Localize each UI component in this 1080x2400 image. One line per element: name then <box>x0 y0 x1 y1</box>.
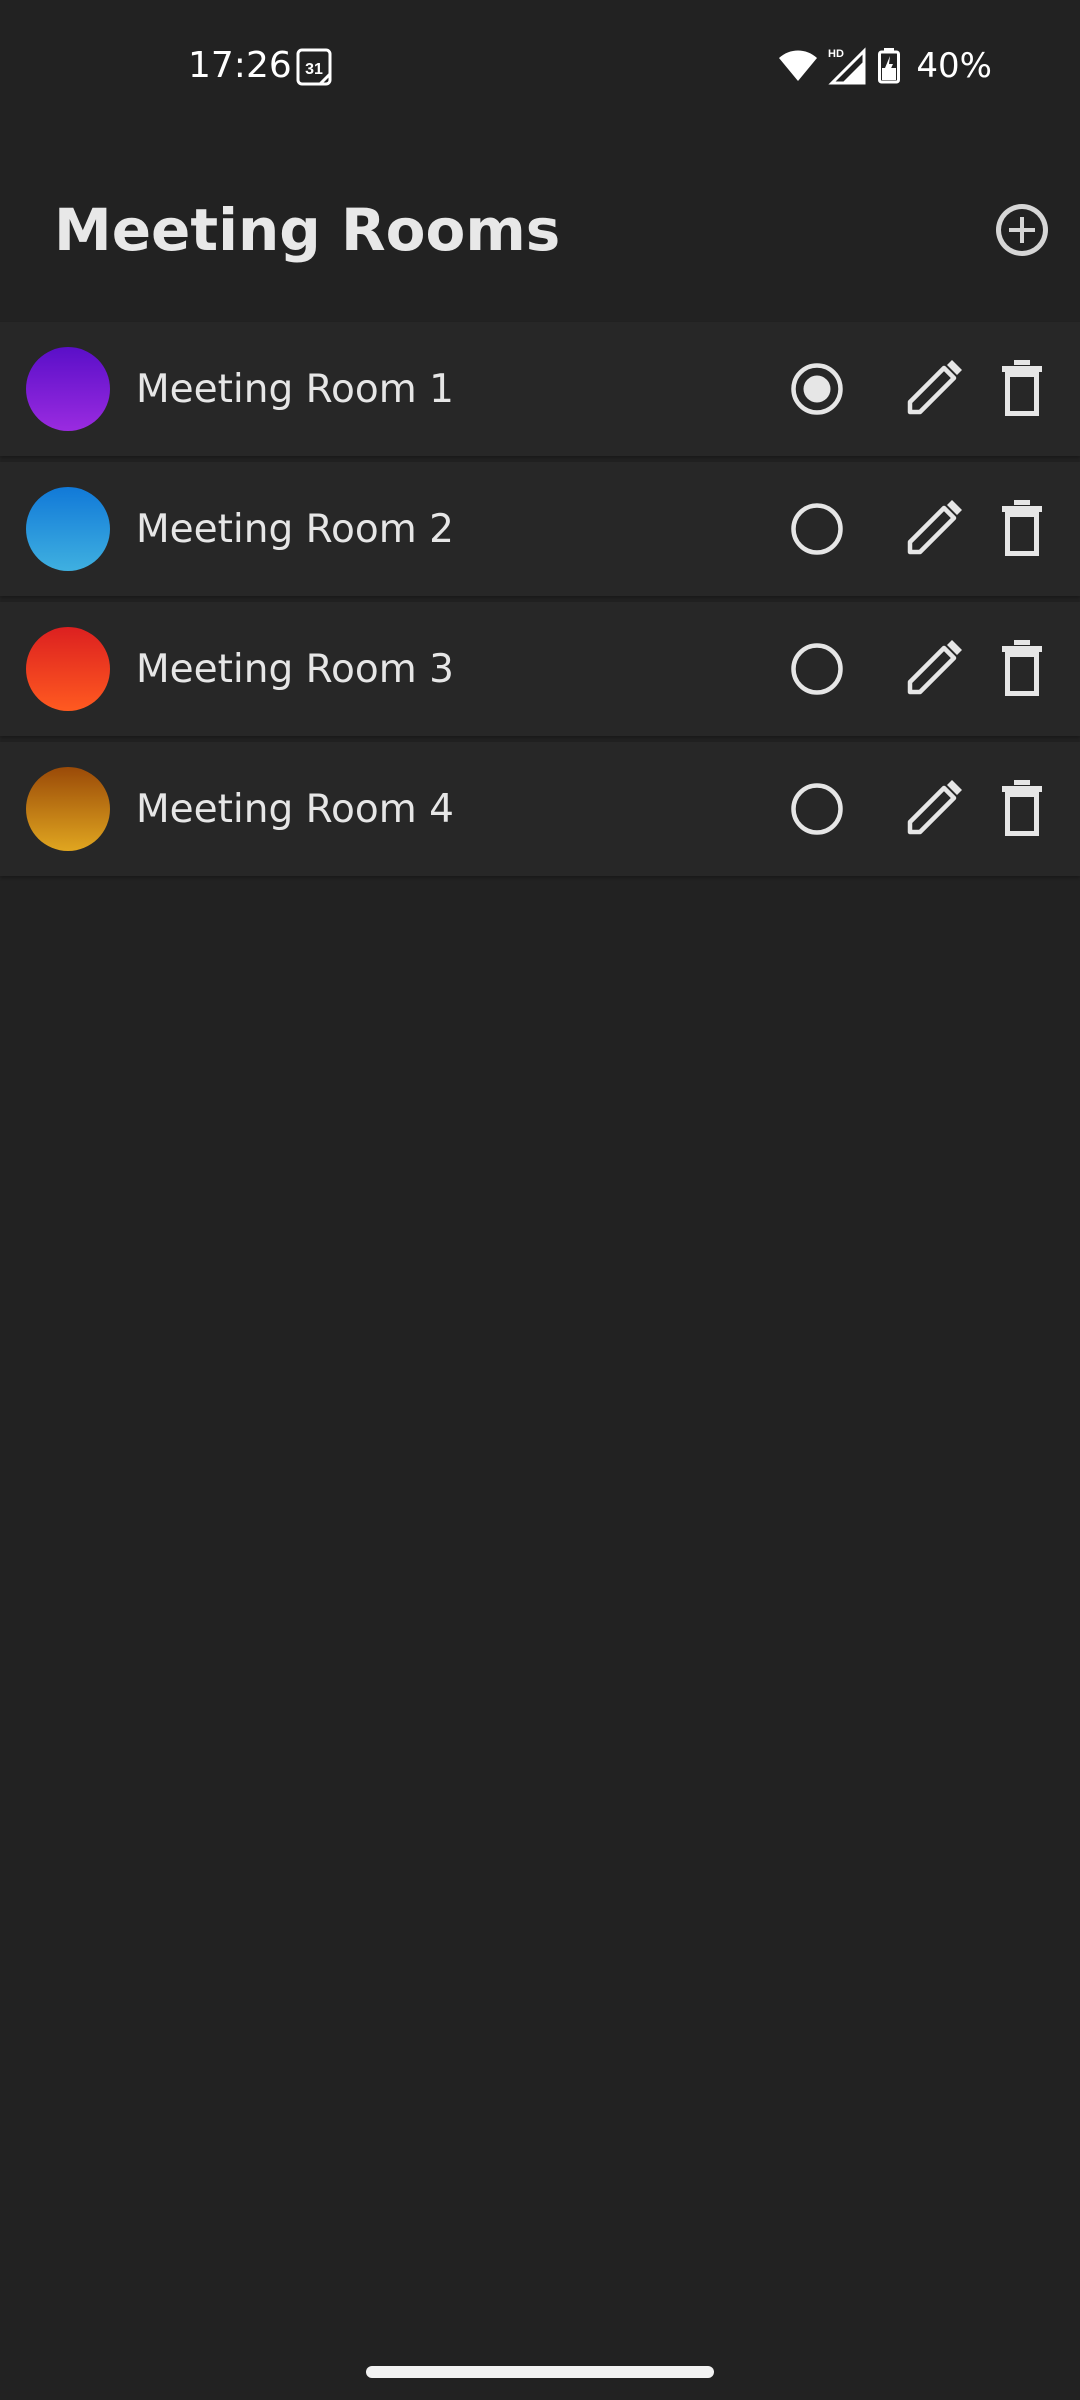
delete-room-button[interactable] <box>998 500 1046 556</box>
room-select-radio[interactable] <box>790 782 844 836</box>
room-list: Meeting Room 1 Meeting Room 2 Meeting Ro… <box>0 322 1080 882</box>
room-select-radio[interactable] <box>790 362 844 416</box>
radio-unchecked-icon <box>791 783 843 835</box>
edit-room-button[interactable] <box>906 640 962 696</box>
add-room-button[interactable] <box>990 198 1054 262</box>
room-color-avatar <box>26 627 110 711</box>
trash-icon <box>1002 360 1042 416</box>
network-badge: HD <box>828 48 844 60</box>
room-color-avatar <box>26 347 110 431</box>
pencil-icon <box>907 360 962 415</box>
wifi-icon <box>779 50 818 81</box>
trash-icon <box>1002 500 1042 556</box>
home-indicator[interactable] <box>366 2366 714 2378</box>
calendar-icon: 31 <box>296 48 332 86</box>
status-bar: 17:26 31 HD 40% <box>0 0 1080 130</box>
room-row[interactable]: Meeting Room 4 <box>0 742 1080 876</box>
pencil-icon <box>907 640 962 695</box>
room-name: Meeting Room 3 <box>136 647 454 692</box>
status-time: 17:26 <box>188 45 292 86</box>
room-row[interactable]: Meeting Room 2 <box>0 462 1080 596</box>
cell-signal-icon: HD <box>828 47 866 85</box>
header: Meeting Rooms <box>0 180 1080 280</box>
battery-charging-icon <box>878 48 901 84</box>
calendar-day: 31 <box>305 61 323 78</box>
room-row[interactable]: Meeting Room 3 <box>0 602 1080 736</box>
room-color-avatar <box>26 767 110 851</box>
delete-room-button[interactable] <box>998 780 1046 836</box>
status-icons: HD 40% <box>778 44 992 88</box>
add-circle-icon <box>996 204 1048 256</box>
trash-icon <box>1002 640 1042 696</box>
page-title: Meeting Rooms <box>54 196 561 264</box>
room-select-radio[interactable] <box>790 642 844 696</box>
room-name: Meeting Room 4 <box>136 787 454 832</box>
edit-room-button[interactable] <box>906 500 962 556</box>
delete-room-button[interactable] <box>998 360 1046 416</box>
room-name: Meeting Room 1 <box>136 367 454 412</box>
room-select-radio[interactable] <box>790 502 844 556</box>
room-color-avatar <box>26 487 110 571</box>
edit-room-button[interactable] <box>906 780 962 836</box>
radio-unchecked-icon <box>791 503 843 555</box>
edit-room-button[interactable] <box>906 360 962 416</box>
room-name: Meeting Room 2 <box>136 507 454 552</box>
room-row[interactable]: Meeting Room 1 <box>0 322 1080 456</box>
pencil-icon <box>907 780 962 835</box>
pencil-icon <box>907 500 962 555</box>
delete-room-button[interactable] <box>998 640 1046 696</box>
battery-percent: 40% <box>916 46 992 86</box>
trash-icon <box>1002 780 1042 836</box>
radio-checked-icon <box>791 363 843 415</box>
radio-unchecked-icon <box>791 643 843 695</box>
